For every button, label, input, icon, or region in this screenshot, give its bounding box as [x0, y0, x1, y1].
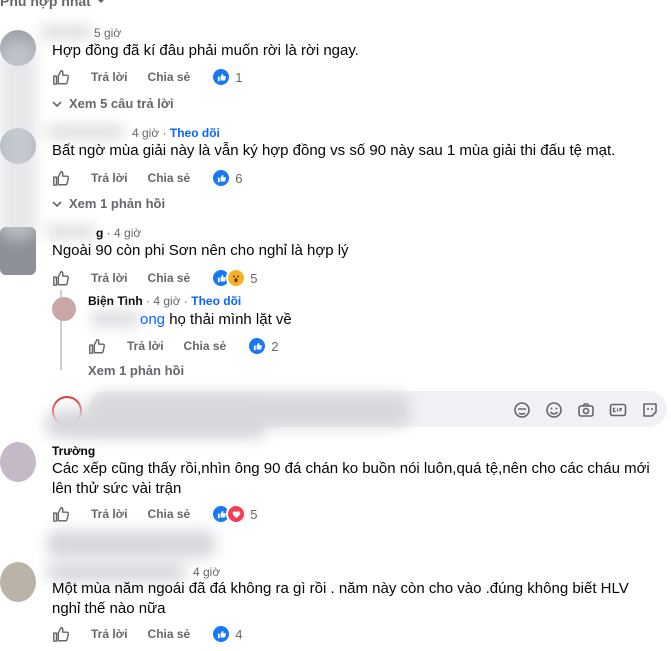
- author-name-redacted: [46, 409, 266, 439]
- author-name-redacted: [40, 26, 92, 38]
- like-reaction-icon: [211, 67, 232, 87]
- composer-tools: [500, 400, 660, 420]
- view-replies-label: Xem 1 phản hồi: [69, 196, 166, 211]
- mention-link[interactable]: ong: [140, 311, 165, 328]
- comment-text-line-2: lên thử sức vài trận: [52, 480, 182, 497]
- share-button[interactable]: Chia sẻ: [148, 70, 191, 84]
- avatar[interactable]: [0, 442, 36, 482]
- comment-actions: Trả lời Chia sẻ 4: [52, 624, 242, 644]
- reaction-summary[interactable]: 2: [247, 336, 278, 356]
- thumbs-up-icon[interactable]: [52, 625, 70, 643]
- reply-button[interactable]: Trả lời: [91, 171, 128, 185]
- share-button[interactable]: Chia sẻ: [148, 507, 191, 521]
- reaction-summary[interactable]: 6: [211, 168, 242, 188]
- comment-meta: 5 giờ: [94, 26, 121, 40]
- chevron-down-icon: [97, 0, 104, 3]
- sticker-icon[interactable]: [640, 400, 660, 420]
- comment-meta: 4 giờ: [193, 565, 220, 579]
- view-replies-label: Xem 1 phản hồi: [88, 363, 185, 378]
- reply-time[interactable]: 4 giờ: [153, 294, 180, 308]
- reply-actions: Trả lời Chia sẻ 2: [88, 336, 278, 356]
- avatar[interactable]: [0, 562, 36, 602]
- comment-actions: Trả lời Chia sẻ 1: [52, 67, 242, 87]
- follow-button[interactable]: Theo dõi: [191, 294, 241, 308]
- author-name-redacted: [46, 226, 96, 238]
- reply-button[interactable]: Trả lời: [91, 271, 128, 285]
- reaction-count: 4: [235, 626, 243, 642]
- comment-actions: Trả lời Chia sẻ 6: [52, 168, 242, 188]
- like-reaction-icon: [247, 336, 268, 356]
- reaction-count: 2: [271, 338, 279, 354]
- author-name-fragment[interactable]: g: [96, 226, 103, 240]
- share-button[interactable]: Chia sẻ: [184, 339, 227, 353]
- comment-time[interactable]: 4 giờ: [132, 126, 159, 140]
- comment-author[interactable]: Trường: [52, 444, 95, 458]
- view-replies-button[interactable]: Xem 5 câu trả lời: [52, 96, 174, 111]
- thumbs-up-icon[interactable]: [52, 68, 70, 86]
- follow-button[interactable]: Theo dõi: [170, 126, 220, 140]
- comment-actions: Trả lời Chia sẻ 5: [52, 504, 257, 524]
- comment-text: Ngoài 90 còn phi Sơn nên cho nghỉ là hợp…: [52, 242, 349, 259]
- view-replies-redacted: [46, 530, 216, 558]
- thumbs-up-icon[interactable]: [52, 269, 70, 287]
- view-replies-label: Xem 5 câu trả lời: [69, 96, 174, 111]
- like-reaction-icon: [211, 624, 232, 644]
- reaction-summary[interactable]: 5: [211, 268, 257, 288]
- like-reaction-icon: [211, 168, 232, 188]
- comment-text-line-1: Các xếp cũng thấy rồi,nhìn ông 90 đá chá…: [52, 460, 650, 477]
- comment-text-line-2: nghỉ thế nào nữa: [52, 600, 166, 617]
- reply-author[interactable]: Biện Tình: [88, 294, 143, 308]
- share-button[interactable]: Chia sẻ: [148, 627, 191, 641]
- sort-dropdown[interactable]: Phù hợp nhất: [0, 0, 107, 9]
- comment-text-line-1: Một mùa năm ngoái đã đá không ra gì rồi …: [52, 580, 629, 597]
- comment-actions: Trả lời Chia sẻ 5: [52, 268, 257, 288]
- thumbs-up-icon[interactable]: [52, 169, 70, 187]
- share-button[interactable]: Chia sẻ: [148, 171, 191, 185]
- comment-time[interactable]: 4 giờ: [114, 226, 141, 240]
- comment-meta: Trường: [52, 444, 95, 458]
- reply-button[interactable]: Trả lời: [91, 627, 128, 641]
- reaction-summary[interactable]: 5: [211, 504, 257, 524]
- gif-icon[interactable]: [608, 400, 628, 420]
- love-reaction-icon: [226, 504, 247, 524]
- comment-text: Hợp đồng đã kí đâu phải muốn rời là rời …: [52, 42, 359, 59]
- camera-icon[interactable]: [576, 400, 596, 420]
- reply-meta: Biện Tình · 4 giờ · Theo dõi: [88, 294, 242, 308]
- view-replies-button[interactable]: Xem 1 phản hồi: [52, 196, 165, 211]
- comment-meta: g · 4 giờ: [96, 226, 142, 240]
- share-button[interactable]: Chia sẻ: [148, 271, 191, 285]
- avatar-sticker-icon[interactable]: [512, 400, 532, 420]
- reply-button[interactable]: Trả lời: [127, 339, 164, 353]
- reaction-count: 5: [250, 270, 258, 286]
- reply-text: ong họ thải mình lặt về: [140, 310, 292, 330]
- reply-text-body: họ thải mình lặt về: [169, 311, 292, 328]
- reaction-summary[interactable]: 4: [211, 624, 242, 644]
- chevron-down-icon: [52, 200, 62, 207]
- mention-redacted: [90, 312, 140, 326]
- left-redaction: [0, 40, 36, 240]
- view-replies-button[interactable]: Xem 1 phản hồi: [88, 363, 184, 378]
- reaction-count: 5: [250, 506, 258, 522]
- reaction-summary[interactable]: 1: [211, 67, 242, 87]
- sort-label: Phù hợp nhất: [0, 0, 91, 9]
- wow-reaction-icon: [226, 268, 247, 288]
- avatar[interactable]: [52, 297, 76, 321]
- thumbs-up-icon[interactable]: [88, 337, 106, 355]
- chevron-down-icon: [52, 100, 62, 107]
- comment-meta: 4 giờ · Theo dõi: [132, 126, 220, 140]
- thumbs-up-icon[interactable]: [52, 505, 70, 523]
- reaction-count: 1: [235, 69, 243, 85]
- comment-time[interactable]: 5 giờ: [94, 26, 121, 40]
- comment-text: Bất ngờ mùa giải này là vẫn ký hợp đồng …: [52, 142, 616, 159]
- reaction-count: 6: [235, 170, 243, 186]
- comment-time[interactable]: 4 giờ: [193, 565, 220, 579]
- emoji-icon[interactable]: [544, 400, 564, 420]
- reply-button[interactable]: Trả lời: [91, 507, 128, 521]
- reply-button[interactable]: Trả lời: [91, 70, 128, 84]
- author-name-redacted: [46, 126, 124, 138]
